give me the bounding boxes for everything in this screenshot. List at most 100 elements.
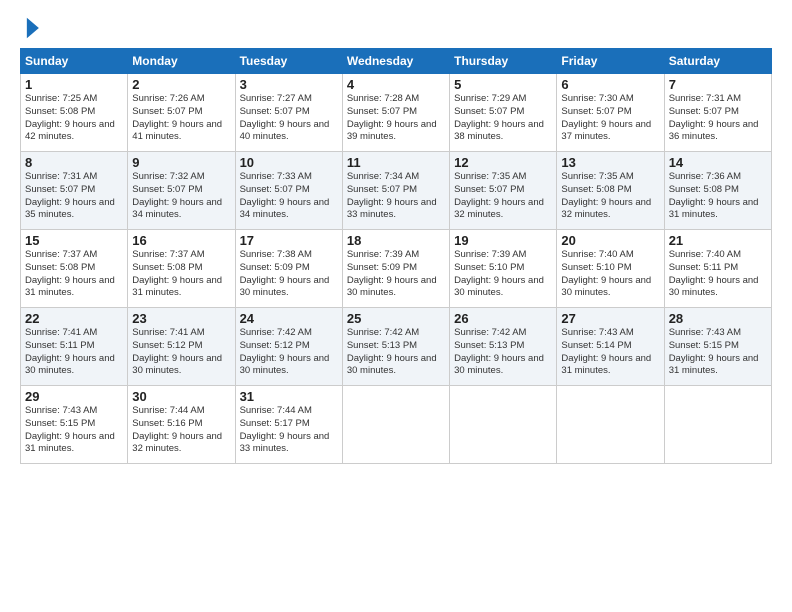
day-info: Sunrise: 7:29 AMSunset: 5:07 PMDaylight:… bbox=[454, 93, 544, 142]
weekday-header-wednesday: Wednesday bbox=[342, 49, 449, 74]
day-number: 9 bbox=[132, 155, 230, 170]
calendar-cell bbox=[342, 386, 449, 464]
day-info: Sunrise: 7:37 AMSunset: 5:08 PMDaylight:… bbox=[132, 249, 222, 298]
day-info: Sunrise: 7:42 AMSunset: 5:13 PMDaylight:… bbox=[454, 327, 544, 376]
day-info: Sunrise: 7:39 AMSunset: 5:09 PMDaylight:… bbox=[347, 249, 437, 298]
day-info: Sunrise: 7:37 AMSunset: 5:08 PMDaylight:… bbox=[25, 249, 115, 298]
day-info: Sunrise: 7:31 AMSunset: 5:07 PMDaylight:… bbox=[25, 171, 115, 220]
calendar-cell: 29 Sunrise: 7:43 AMSunset: 5:15 PMDaylig… bbox=[21, 386, 128, 464]
day-number: 6 bbox=[561, 77, 659, 92]
day-number: 28 bbox=[669, 311, 767, 326]
calendar-cell: 9 Sunrise: 7:32 AMSunset: 5:07 PMDayligh… bbox=[128, 152, 235, 230]
calendar-week-2: 8 Sunrise: 7:31 AMSunset: 5:07 PMDayligh… bbox=[21, 152, 772, 230]
day-info: Sunrise: 7:43 AMSunset: 5:14 PMDaylight:… bbox=[561, 327, 651, 376]
calendar-cell: 17 Sunrise: 7:38 AMSunset: 5:09 PMDaylig… bbox=[235, 230, 342, 308]
day-info: Sunrise: 7:42 AMSunset: 5:12 PMDaylight:… bbox=[240, 327, 330, 376]
day-info: Sunrise: 7:44 AMSunset: 5:17 PMDaylight:… bbox=[240, 405, 330, 454]
logo-icon bbox=[22, 16, 42, 40]
calendar-cell bbox=[664, 386, 771, 464]
day-number: 10 bbox=[240, 155, 338, 170]
day-number: 7 bbox=[669, 77, 767, 92]
calendar-week-4: 22 Sunrise: 7:41 AMSunset: 5:11 PMDaylig… bbox=[21, 308, 772, 386]
weekday-header-monday: Monday bbox=[128, 49, 235, 74]
day-info: Sunrise: 7:35 AMSunset: 5:08 PMDaylight:… bbox=[561, 171, 651, 220]
weekday-header-friday: Friday bbox=[557, 49, 664, 74]
calendar-cell: 13 Sunrise: 7:35 AMSunset: 5:08 PMDaylig… bbox=[557, 152, 664, 230]
day-info: Sunrise: 7:35 AMSunset: 5:07 PMDaylight:… bbox=[454, 171, 544, 220]
weekday-header-thursday: Thursday bbox=[450, 49, 557, 74]
day-number: 30 bbox=[132, 389, 230, 404]
day-number: 1 bbox=[25, 77, 123, 92]
calendar-cell: 28 Sunrise: 7:43 AMSunset: 5:15 PMDaylig… bbox=[664, 308, 771, 386]
day-number: 21 bbox=[669, 233, 767, 248]
calendar-cell: 20 Sunrise: 7:40 AMSunset: 5:10 PMDaylig… bbox=[557, 230, 664, 308]
day-info: Sunrise: 7:41 AMSunset: 5:12 PMDaylight:… bbox=[132, 327, 222, 376]
day-number: 15 bbox=[25, 233, 123, 248]
calendar-week-5: 29 Sunrise: 7:43 AMSunset: 5:15 PMDaylig… bbox=[21, 386, 772, 464]
calendar-cell: 4 Sunrise: 7:28 AMSunset: 5:07 PMDayligh… bbox=[342, 74, 449, 152]
page: SundayMondayTuesdayWednesdayThursdayFrid… bbox=[0, 0, 792, 612]
calendar-cell: 30 Sunrise: 7:44 AMSunset: 5:16 PMDaylig… bbox=[128, 386, 235, 464]
weekday-header-tuesday: Tuesday bbox=[235, 49, 342, 74]
calendar-cell: 27 Sunrise: 7:43 AMSunset: 5:14 PMDaylig… bbox=[557, 308, 664, 386]
calendar-cell: 16 Sunrise: 7:37 AMSunset: 5:08 PMDaylig… bbox=[128, 230, 235, 308]
calendar-table: SundayMondayTuesdayWednesdayThursdayFrid… bbox=[20, 48, 772, 464]
calendar-cell: 14 Sunrise: 7:36 AMSunset: 5:08 PMDaylig… bbox=[664, 152, 771, 230]
day-info: Sunrise: 7:32 AMSunset: 5:07 PMDaylight:… bbox=[132, 171, 222, 220]
calendar-cell: 15 Sunrise: 7:37 AMSunset: 5:08 PMDaylig… bbox=[21, 230, 128, 308]
day-number: 20 bbox=[561, 233, 659, 248]
logo-area bbox=[20, 16, 42, 40]
day-info: Sunrise: 7:41 AMSunset: 5:11 PMDaylight:… bbox=[25, 327, 115, 376]
day-info: Sunrise: 7:30 AMSunset: 5:07 PMDaylight:… bbox=[561, 93, 651, 142]
day-info: Sunrise: 7:43 AMSunset: 5:15 PMDaylight:… bbox=[25, 405, 115, 454]
day-info: Sunrise: 7:38 AMSunset: 5:09 PMDaylight:… bbox=[240, 249, 330, 298]
weekday-header-row: SundayMondayTuesdayWednesdayThursdayFrid… bbox=[21, 49, 772, 74]
calendar-body: 1 Sunrise: 7:25 AMSunset: 5:08 PMDayligh… bbox=[21, 74, 772, 464]
calendar-week-3: 15 Sunrise: 7:37 AMSunset: 5:08 PMDaylig… bbox=[21, 230, 772, 308]
calendar-cell: 24 Sunrise: 7:42 AMSunset: 5:12 PMDaylig… bbox=[235, 308, 342, 386]
header bbox=[20, 16, 772, 40]
day-info: Sunrise: 7:40 AMSunset: 5:11 PMDaylight:… bbox=[669, 249, 759, 298]
day-info: Sunrise: 7:39 AMSunset: 5:10 PMDaylight:… bbox=[454, 249, 544, 298]
day-number: 14 bbox=[669, 155, 767, 170]
day-info: Sunrise: 7:36 AMSunset: 5:08 PMDaylight:… bbox=[669, 171, 759, 220]
calendar-cell: 18 Sunrise: 7:39 AMSunset: 5:09 PMDaylig… bbox=[342, 230, 449, 308]
weekday-header-saturday: Saturday bbox=[664, 49, 771, 74]
day-number: 18 bbox=[347, 233, 445, 248]
day-number: 19 bbox=[454, 233, 552, 248]
day-info: Sunrise: 7:31 AMSunset: 5:07 PMDaylight:… bbox=[669, 93, 759, 142]
calendar-cell bbox=[557, 386, 664, 464]
calendar-cell: 8 Sunrise: 7:31 AMSunset: 5:07 PMDayligh… bbox=[21, 152, 128, 230]
day-info: Sunrise: 7:40 AMSunset: 5:10 PMDaylight:… bbox=[561, 249, 651, 298]
day-number: 5 bbox=[454, 77, 552, 92]
day-info: Sunrise: 7:28 AMSunset: 5:07 PMDaylight:… bbox=[347, 93, 437, 142]
weekday-header-sunday: Sunday bbox=[21, 49, 128, 74]
day-number: 2 bbox=[132, 77, 230, 92]
day-number: 24 bbox=[240, 311, 338, 326]
day-info: Sunrise: 7:42 AMSunset: 5:13 PMDaylight:… bbox=[347, 327, 437, 376]
day-number: 4 bbox=[347, 77, 445, 92]
calendar-cell: 21 Sunrise: 7:40 AMSunset: 5:11 PMDaylig… bbox=[664, 230, 771, 308]
day-info: Sunrise: 7:25 AMSunset: 5:08 PMDaylight:… bbox=[25, 93, 115, 142]
day-info: Sunrise: 7:44 AMSunset: 5:16 PMDaylight:… bbox=[132, 405, 222, 454]
calendar-cell: 11 Sunrise: 7:34 AMSunset: 5:07 PMDaylig… bbox=[342, 152, 449, 230]
calendar-cell: 2 Sunrise: 7:26 AMSunset: 5:07 PMDayligh… bbox=[128, 74, 235, 152]
calendar-cell: 25 Sunrise: 7:42 AMSunset: 5:13 PMDaylig… bbox=[342, 308, 449, 386]
day-info: Sunrise: 7:27 AMSunset: 5:07 PMDaylight:… bbox=[240, 93, 330, 142]
day-number: 23 bbox=[132, 311, 230, 326]
day-info: Sunrise: 7:43 AMSunset: 5:15 PMDaylight:… bbox=[669, 327, 759, 376]
day-number: 31 bbox=[240, 389, 338, 404]
calendar-cell: 19 Sunrise: 7:39 AMSunset: 5:10 PMDaylig… bbox=[450, 230, 557, 308]
day-info: Sunrise: 7:34 AMSunset: 5:07 PMDaylight:… bbox=[347, 171, 437, 220]
calendar-cell: 1 Sunrise: 7:25 AMSunset: 5:08 PMDayligh… bbox=[21, 74, 128, 152]
calendar-cell: 12 Sunrise: 7:35 AMSunset: 5:07 PMDaylig… bbox=[450, 152, 557, 230]
day-number: 11 bbox=[347, 155, 445, 170]
calendar-cell: 22 Sunrise: 7:41 AMSunset: 5:11 PMDaylig… bbox=[21, 308, 128, 386]
day-number: 29 bbox=[25, 389, 123, 404]
day-number: 8 bbox=[25, 155, 123, 170]
day-number: 13 bbox=[561, 155, 659, 170]
day-number: 17 bbox=[240, 233, 338, 248]
day-number: 27 bbox=[561, 311, 659, 326]
day-number: 22 bbox=[25, 311, 123, 326]
calendar-cell: 6 Sunrise: 7:30 AMSunset: 5:07 PMDayligh… bbox=[557, 74, 664, 152]
